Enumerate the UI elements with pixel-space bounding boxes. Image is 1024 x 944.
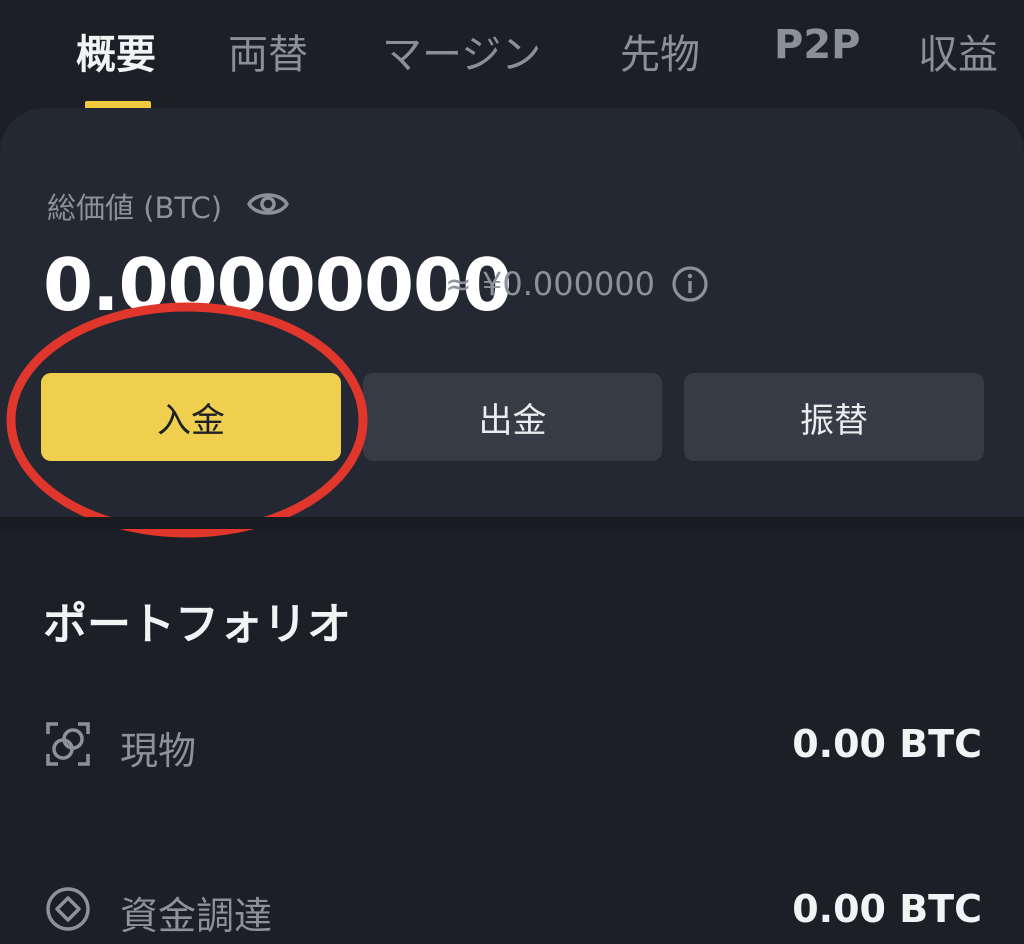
portfolio-row-label-spot[interactable]: 現物 xyxy=(120,720,196,775)
transfer-button[interactable]: 振替 xyxy=(684,373,984,461)
tab-exchange[interactable]: 両替 xyxy=(228,22,308,80)
approx-fiat-value: ≈ ¥0.000000 xyxy=(445,265,656,303)
eye-icon[interactable] xyxy=(246,186,290,222)
funding-icon xyxy=(46,887,90,931)
wallet-overview-page: 概要 両替 マージン 先物 P2P 収益 総価値 (BTC) 0.0000000… xyxy=(0,0,1024,944)
deposit-button[interactable]: 入金 xyxy=(41,373,341,461)
tab-earn[interactable]: 収益 xyxy=(918,22,998,80)
section-divider xyxy=(0,517,1024,529)
portfolio-title: ポートフォリオ xyxy=(43,599,351,650)
withdraw-button[interactable]: 出金 xyxy=(363,373,662,461)
portfolio-row-value-spot: 0.00 BTC xyxy=(792,722,982,766)
spot-icon xyxy=(46,722,90,766)
tab-futures[interactable]: 先物 xyxy=(620,22,700,80)
top-tab-bar: 概要 両替 マージン 先物 P2P 収益 xyxy=(0,0,1024,112)
tab-p2p[interactable]: P2P xyxy=(774,22,860,68)
info-icon[interactable] xyxy=(670,264,710,304)
total-balance: 0.00000000 xyxy=(43,243,512,327)
tab-overview[interactable]: 概要 xyxy=(76,22,156,80)
total-value-label: 総価値 (BTC) xyxy=(47,191,223,225)
portfolio-row-value-funding: 0.00 BTC xyxy=(792,887,982,931)
tab-margin[interactable]: マージン xyxy=(382,22,541,80)
portfolio-row-label-funding[interactable]: 資金調達 xyxy=(120,885,272,940)
